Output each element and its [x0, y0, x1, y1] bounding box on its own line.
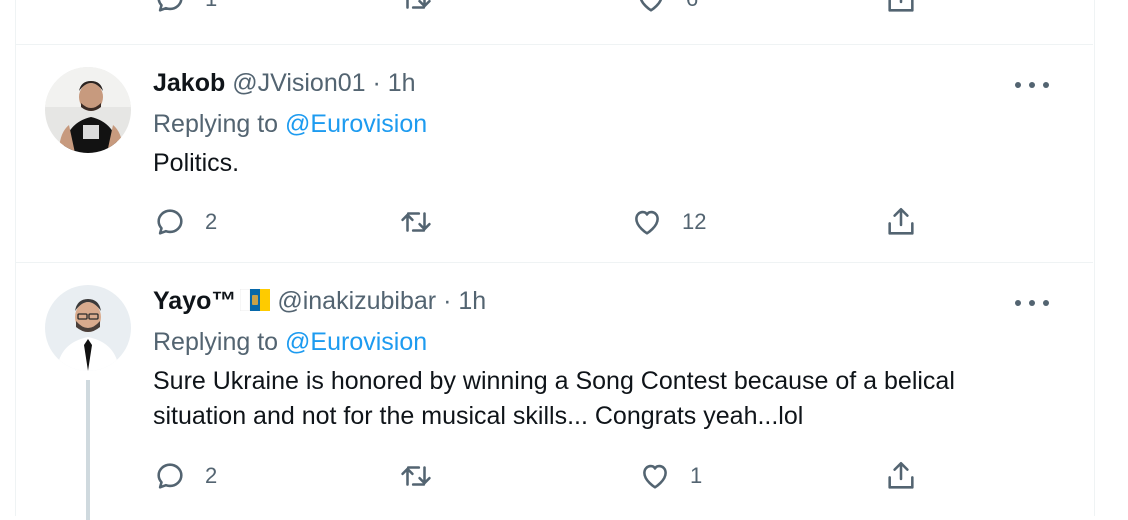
mention-link[interactable]: @Eurovision [285, 110, 427, 138]
avatar-photo [45, 285, 131, 371]
display-name[interactable]: Yayo™ [153, 287, 236, 315]
heart-icon [643, 464, 667, 489]
share-button[interactable] [884, 459, 918, 493]
retweet-icon [406, 0, 431, 9]
more-dot-icon [1015, 82, 1021, 88]
retweet-icon [401, 212, 431, 232]
more-options-button[interactable] [1015, 293, 1049, 313]
timestamp[interactable]: 1h [458, 287, 486, 315]
reply-button[interactable]: 2 [153, 459, 217, 493]
avatar[interactable] [45, 285, 131, 371]
reply-button[interactable]: 1 [153, 0, 217, 16]
separator-dot: · [443, 287, 452, 315]
reply-icon [157, 463, 183, 489]
like-count: 6 [686, 0, 698, 12]
like-count: 12 [682, 209, 707, 234]
divider [16, 44, 1093, 45]
share-button[interactable] [884, 205, 918, 239]
canary-islands-flag-icon [240, 289, 271, 311]
tweet-header: Yayo™ @inakizubibar · 1h [153, 286, 486, 316]
more-dot-icon [1015, 300, 1021, 306]
replying-to: Replying to @Eurovision [153, 109, 427, 139]
avatar-photo [45, 67, 131, 153]
timestamp[interactable]: 1h [388, 69, 416, 97]
like-button[interactable]: 12 [630, 205, 706, 239]
thread-connector-line [86, 380, 90, 520]
retweet-button[interactable] [398, 205, 434, 239]
previous-tweet-actions: 1 6 [0, 0, 1128, 22]
handle[interactable]: @JVision01 [232, 69, 365, 97]
tweet-text: Politics. [153, 149, 240, 177]
reply-icon [157, 209, 183, 235]
more-options-button[interactable] [1015, 75, 1049, 95]
share-icon [888, 0, 914, 12]
replying-to-label: Replying to [153, 328, 279, 356]
reply-button[interactable]: 2 [153, 205, 217, 239]
replying-to: Replying to @Eurovision [153, 327, 427, 357]
retweet-button[interactable] [398, 0, 434, 16]
reply-icon [157, 0, 183, 12]
share-icon [888, 207, 914, 235]
share-button[interactable] [884, 0, 918, 16]
avatar[interactable] [45, 67, 131, 153]
like-button[interactable]: 6 [634, 0, 698, 16]
reply-count: 2 [205, 463, 218, 488]
heart-icon [635, 210, 659, 235]
reply-count: 1 [205, 0, 217, 12]
replying-to-label: Replying to [153, 110, 279, 138]
retweet-button[interactable] [398, 459, 434, 493]
like-count: 1 [690, 463, 703, 488]
handle[interactable]: @inakizubibar [277, 287, 436, 315]
share-icon [888, 461, 914, 489]
tweet-text: Sure Ukraine is honored by winning a Son… [153, 367, 955, 430]
heart-icon [639, 0, 663, 12]
tweet-header: Jakob @JVision01 · 1h [153, 68, 416, 98]
retweet-icon [401, 466, 431, 486]
display-name[interactable]: Jakob [153, 69, 225, 97]
like-button[interactable]: 1 [638, 459, 702, 493]
reply-count: 2 [205, 209, 218, 234]
mention-link[interactable]: @Eurovision [285, 328, 427, 356]
divider [16, 262, 1093, 263]
separator-dot: · [372, 69, 381, 97]
